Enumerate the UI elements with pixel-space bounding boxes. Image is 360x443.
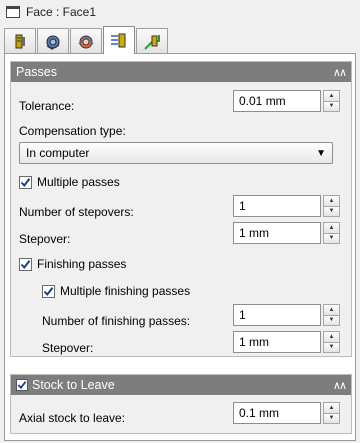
- axial-stock-label: Axial stock to leave:: [19, 411, 126, 425]
- multiple-finishing-checkbox[interactable]: Multiple finishing passes: [42, 284, 190, 298]
- heights-tab-icon: [111, 33, 126, 47]
- tab-geometry[interactable]: [70, 28, 102, 54]
- compensation-select[interactable]: In computer ▼: [19, 142, 333, 164]
- tab-bar: [4, 26, 169, 54]
- spin-down-icon[interactable]: ▼: [323, 315, 340, 326]
- multiple-passes-label: Multiple passes: [37, 175, 120, 189]
- num-finishing-label: Number of finishing passes:: [42, 314, 191, 328]
- num-stepovers-label: Number of stepovers:: [19, 205, 134, 219]
- spin-down-icon[interactable]: ▼: [323, 233, 340, 244]
- spin-down-icon[interactable]: ▼: [323, 101, 340, 112]
- spin-down-icon[interactable]: ▼: [323, 413, 340, 424]
- axial-stock-field[interactable]: 0.1 mm ▲ ▼: [233, 402, 340, 424]
- tab-holder[interactable]: [37, 28, 69, 54]
- axial-stock-input[interactable]: 0.1 mm: [233, 402, 321, 424]
- tab-heights[interactable]: [103, 26, 135, 54]
- tolerance-field[interactable]: 0.01 mm ▲ ▼: [233, 90, 340, 112]
- finishing-stepover-label: Stepover:: [42, 341, 94, 355]
- tab-tool[interactable]: [4, 28, 36, 54]
- tolerance-label: Tolerance:: [19, 99, 75, 113]
- num-finishing-input[interactable]: 1: [233, 304, 321, 326]
- tool-tab-icon: [15, 34, 25, 48]
- spin-up-icon[interactable]: ▲: [323, 304, 340, 316]
- passes-section: Passes ∧∧ Tolerance: 0.01 mm ▲ ▼ Compens…: [10, 61, 352, 357]
- compensation-value: In computer: [26, 146, 90, 160]
- stock-section-title: Stock to Leave: [32, 378, 115, 392]
- num-finishing-field[interactable]: 1 ▲ ▼: [233, 304, 340, 326]
- tab-passes[interactable]: [136, 28, 168, 54]
- stepover-label: Stepover:: [19, 232, 71, 246]
- spin-up-icon[interactable]: ▲: [323, 195, 340, 207]
- checkbox-checked-icon[interactable]: [42, 284, 55, 298]
- spin-up-icon[interactable]: ▲: [323, 402, 340, 414]
- spin-up-icon[interactable]: ▲: [323, 222, 340, 234]
- checkbox-checked-icon[interactable]: [16, 379, 28, 391]
- spin-up-icon[interactable]: ▲: [323, 90, 340, 102]
- num-stepovers-input[interactable]: 1: [233, 195, 321, 217]
- multiple-finishing-label: Multiple finishing passes: [60, 284, 191, 298]
- spin-down-icon[interactable]: ▼: [323, 342, 340, 353]
- holder-tab-icon: [46, 35, 60, 50]
- tolerance-input[interactable]: 0.01 mm: [233, 90, 321, 112]
- window-title-bar: Face : Face1: [0, 0, 360, 24]
- finishing-passes-checkbox[interactable]: Finishing passes: [19, 257, 126, 271]
- stock-section: Stock to Leave ∧∧ Axial stock to leave: …: [10, 374, 352, 434]
- checkbox-checked-icon[interactable]: [19, 175, 32, 189]
- compensation-label: Compensation type:: [19, 124, 126, 138]
- passes-section-title: Passes: [16, 65, 57, 79]
- properties-panel: Passes ∧∧ Tolerance: 0.01 mm ▲ ▼ Compens…: [4, 53, 356, 441]
- stock-section-header[interactable]: Stock to Leave ∧∧: [11, 375, 351, 395]
- checkbox-checked-icon[interactable]: [19, 257, 32, 271]
- num-stepovers-field[interactable]: 1 ▲ ▼: [233, 195, 340, 217]
- double-chevron-up-icon[interactable]: ∧∧: [333, 66, 347, 79]
- double-chevron-up-icon[interactable]: ∧∧: [333, 379, 347, 392]
- passes-section-header[interactable]: Passes ∧∧: [11, 62, 351, 82]
- window-title: Face : Face1: [26, 5, 97, 19]
- spin-up-icon[interactable]: ▲: [323, 331, 340, 343]
- multiple-passes-checkbox[interactable]: Multiple passes: [19, 175, 120, 189]
- window-icon: [6, 6, 20, 18]
- stepover-input[interactable]: 1 mm: [233, 222, 321, 244]
- geometry-tab-icon: [78, 35, 94, 48]
- finishing-passes-label: Finishing passes: [37, 257, 127, 271]
- passes-tab-icon: [144, 34, 160, 50]
- finishing-stepover-field[interactable]: 1 mm ▲ ▼: [233, 331, 340, 353]
- finishing-stepover-input[interactable]: 1 mm: [233, 331, 321, 353]
- chevron-down-icon[interactable]: ▼: [316, 148, 326, 159]
- stepover-field[interactable]: 1 mm ▲ ▼: [233, 222, 340, 244]
- spin-down-icon[interactable]: ▼: [323, 206, 340, 217]
